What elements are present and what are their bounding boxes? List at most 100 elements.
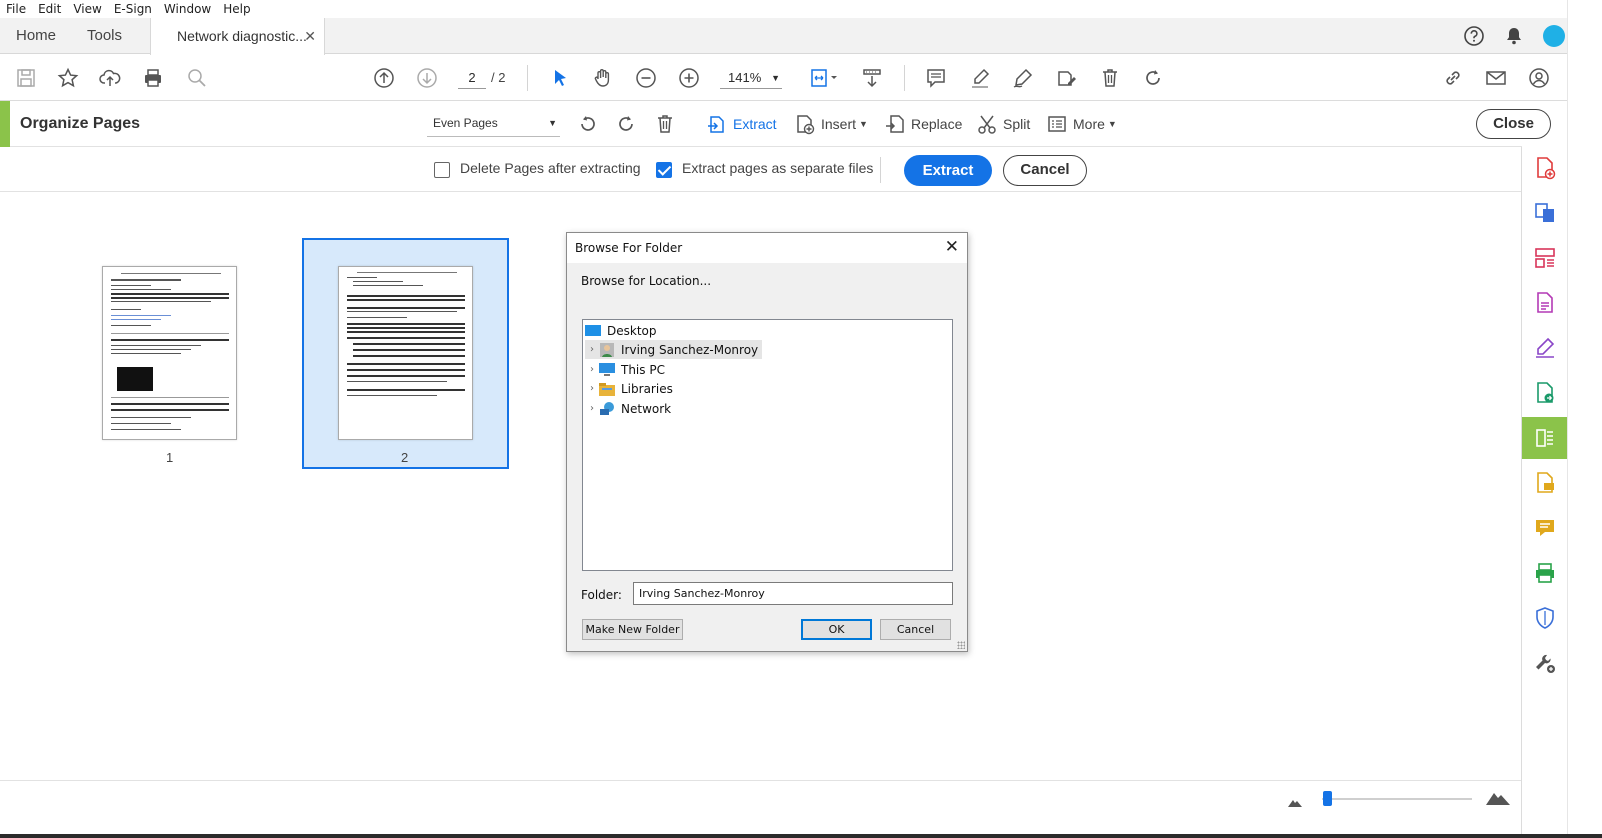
page-number-input[interactable]: 2 (458, 67, 486, 89)
thumbnail-size-slider-thumb[interactable] (1323, 791, 1332, 806)
thumbnail-size-slider[interactable] (1322, 798, 1472, 800)
menu-file[interactable]: File (0, 2, 32, 16)
tree-item-desktop[interactable]: Desktop (585, 321, 657, 340)
print-icon[interactable] (139, 64, 167, 92)
hand-tool-icon[interactable] (589, 64, 617, 92)
tree-item-this-pc[interactable]: › This PC (585, 360, 665, 379)
comment-notes-icon[interactable] (1522, 462, 1568, 504)
rotate-clockwise-button[interactable] (615, 111, 642, 137)
fit-page-icon[interactable] (806, 64, 840, 92)
right-tools-panel (1521, 147, 1568, 838)
save-icon[interactable] (12, 64, 40, 92)
protect-shield-icon[interactable] (1522, 597, 1568, 639)
folder-name-input[interactable]: Irving Sanchez-Monroy (633, 582, 953, 605)
desktop-icon (585, 324, 601, 336)
delete-pages-button[interactable] (654, 111, 681, 137)
menu-view[interactable]: View (67, 2, 107, 16)
tree-item-network[interactable]: › Network (585, 399, 671, 418)
email-icon[interactable] (1482, 64, 1510, 92)
delete-pages-label: Delete Pages after extracting (460, 160, 641, 176)
share-user-icon[interactable] (1525, 64, 1553, 92)
print-production-icon[interactable] (1522, 552, 1568, 594)
tree-item-libraries[interactable]: › Libraries (585, 379, 673, 398)
separate-files-label: Extract pages as separate files (682, 160, 874, 176)
resize-grip[interactable] (957, 641, 965, 649)
menu-esign[interactable]: E-Sign (108, 2, 158, 16)
tree-item-user-folder[interactable]: › Irving Sanchez-Monroy (585, 340, 763, 359)
insert-button[interactable]: Insert ▼ (794, 111, 868, 137)
tab-tools[interactable]: Tools (87, 18, 122, 54)
notifications-bell-icon[interactable] (1494, 18, 1534, 54)
chevron-right-icon[interactable]: › (585, 344, 599, 355)
insert-icon (797, 115, 815, 135)
select-cursor-icon[interactable] (546, 64, 574, 92)
fill-sign-icon[interactable] (1522, 327, 1568, 369)
dialog-ok-button[interactable]: OK (801, 619, 872, 640)
page-thumbnail-2[interactable] (338, 266, 473, 440)
tab-document[interactable]: Network diagnostic... ✕ (150, 18, 325, 55)
help-icon[interactable] (1454, 18, 1494, 54)
replace-button[interactable]: Replace (884, 111, 962, 137)
page-thumbnail-1[interactable] (102, 266, 237, 440)
bookmark-star-icon[interactable] (54, 64, 82, 92)
create-pdf-icon[interactable] (1522, 147, 1568, 189)
comment-icon[interactable] (922, 64, 950, 92)
large-thumbnails-icon[interactable] (1486, 789, 1510, 808)
dialog-cancel-button[interactable]: Cancel (880, 619, 951, 640)
cancel-extract-button[interactable]: Cancel (1003, 155, 1087, 186)
chevron-right-icon[interactable]: › (585, 364, 599, 375)
tab-home[interactable]: Home (16, 18, 56, 54)
export-pdf-icon[interactable] (1522, 282, 1568, 324)
rotate-clockwise-icon[interactable] (1139, 64, 1167, 92)
split-button[interactable]: Split (976, 111, 1030, 137)
status-bar (0, 780, 1521, 838)
delete-pages-checkbox[interactable] (434, 162, 450, 178)
dialog-subtitle: Browse for Location... (581, 274, 712, 288)
more-tools-icon[interactable] (1522, 642, 1568, 684)
dialog-close-icon[interactable]: ✕ (945, 237, 959, 257)
rotate-counterclockwise-button[interactable] (577, 111, 604, 137)
make-new-folder-button[interactable]: Make New Folder (582, 619, 683, 640)
menu-help[interactable]: Help (217, 2, 256, 16)
menu-window[interactable]: Window (158, 2, 217, 16)
share-link-icon[interactable] (1439, 64, 1467, 92)
menu-edit[interactable]: Edit (32, 2, 67, 16)
tree-item-label: Network (621, 401, 672, 416)
zoom-level-select[interactable]: 141% ▼ (720, 67, 782, 89)
close-tab-icon[interactable]: ✕ (304, 18, 316, 54)
upload-cloud-icon[interactable] (96, 64, 124, 92)
find-zoom-icon[interactable] (183, 64, 211, 92)
previous-page-icon[interactable] (370, 64, 398, 92)
main-toolbar: 2 / 2 141% ▼ (0, 55, 1602, 101)
document-tab-title: Network diagnostic... (177, 28, 307, 44)
organize-pages-tool-icon[interactable] (1522, 417, 1568, 459)
combine-files-icon[interactable] (1522, 192, 1568, 234)
organize-layout-icon[interactable] (1522, 237, 1568, 279)
highlight-pen-icon[interactable] (966, 64, 994, 92)
options-divider (880, 157, 881, 183)
scroll-mode-icon[interactable] (858, 64, 886, 92)
avatar-circle (1543, 25, 1565, 47)
comment-bubble-icon[interactable] (1522, 507, 1568, 549)
next-page-icon[interactable] (413, 64, 441, 92)
page-range-select[interactable]: Even Pages ▼ (427, 111, 560, 137)
tree-item-label: Desktop (607, 323, 657, 338)
draw-pen-icon[interactable] (1009, 64, 1037, 92)
zoom-in-icon[interactable] (675, 64, 703, 92)
chevron-right-icon[interactable]: › (585, 403, 599, 414)
separate-files-checkbox[interactable] (656, 162, 672, 178)
chevron-down-icon: ▼ (771, 73, 780, 83)
chevron-right-icon[interactable]: › (585, 383, 599, 394)
small-thumbnails-icon[interactable] (1288, 795, 1302, 810)
folder-tree[interactable]: Desktop › Irving Sanchez-Monroy › This P… (582, 319, 953, 571)
more-button[interactable]: More ▼ (1046, 111, 1117, 137)
zoom-out-icon[interactable] (632, 64, 660, 92)
edit-text-icon[interactable] (1052, 64, 1080, 92)
close-organize-button[interactable]: Close (1476, 109, 1551, 139)
extract-tab-button[interactable]: Extract (706, 111, 777, 137)
extract-options-bar: Delete Pages after extracting Extract pa… (0, 147, 1522, 192)
send-for-review-icon[interactable] (1522, 372, 1568, 414)
vertical-scrollbar[interactable] (1567, 0, 1602, 838)
extract-button[interactable]: Extract (904, 155, 992, 186)
delete-trash-icon[interactable] (1096, 64, 1124, 92)
